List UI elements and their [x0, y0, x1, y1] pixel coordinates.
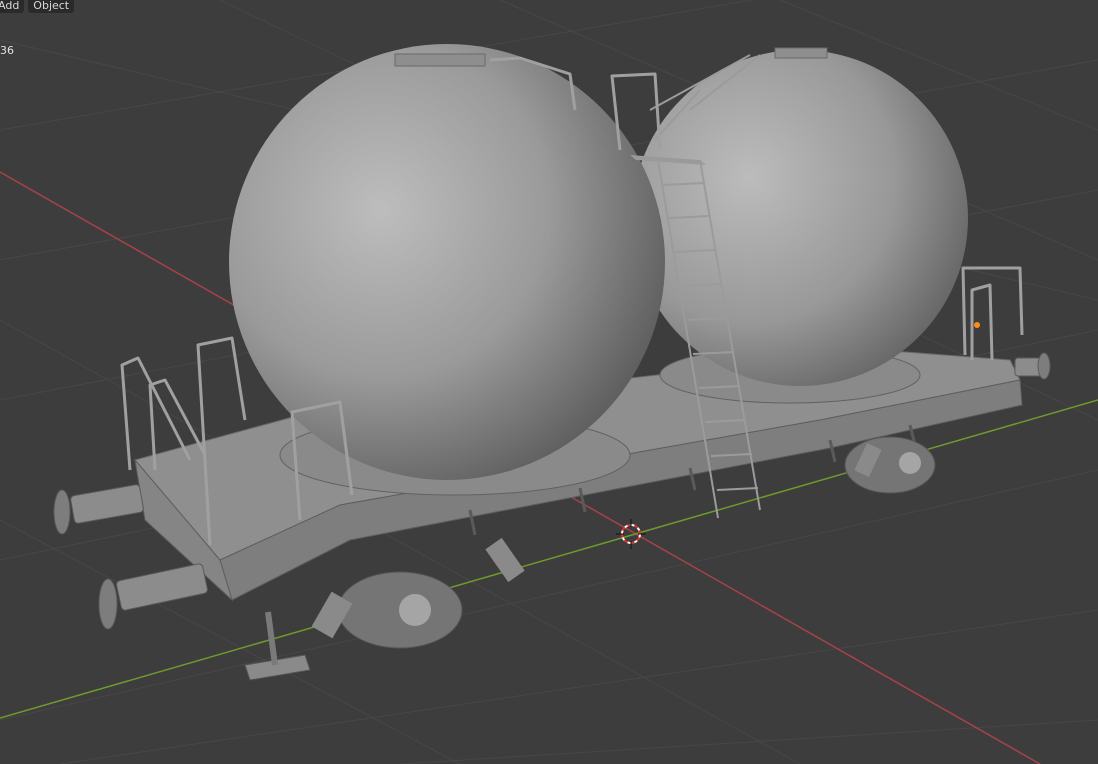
end-step — [244, 654, 311, 681]
railcar-model[interactable] — [53, 44, 1051, 681]
menu-add[interactable]: Add — [0, 0, 25, 13]
3d-viewport[interactable]: Add Object 36 — [0, 0, 1098, 764]
3d-cursor-icon[interactable] — [616, 519, 646, 549]
menu-object[interactable]: Object — [28, 0, 75, 13]
header-menu: Add Object — [0, 0, 75, 13]
viewport-overlay-text: 36 — [0, 44, 14, 57]
left-tank-sphere[interactable] — [229, 44, 665, 480]
rear-bogie — [844, 436, 936, 494]
object-origin-dot[interactable] — [974, 322, 980, 328]
viewport-scene[interactable] — [0, 0, 1098, 764]
buffer-rear — [1014, 352, 1051, 380]
